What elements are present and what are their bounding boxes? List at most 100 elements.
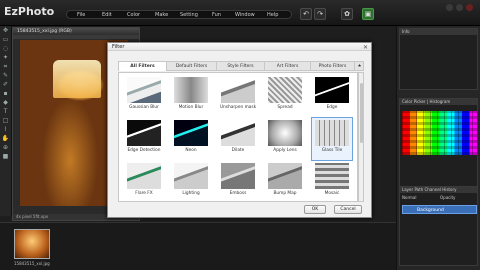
text-tool-icon[interactable]: T xyxy=(0,107,11,116)
undo-icon[interactable]: ↶ xyxy=(300,8,312,20)
hand-tool-icon[interactable]: ✋ xyxy=(0,134,11,143)
settings-icon[interactable]: ✿ xyxy=(341,8,353,20)
brush-tool-icon[interactable]: ✎ xyxy=(0,71,11,80)
select-tool-icon[interactable]: ▭ xyxy=(0,35,11,44)
filter-item-bump-map[interactable]: Bump Map xyxy=(265,161,305,201)
filter-item-mosaic[interactable]: Mosaic xyxy=(312,161,352,201)
filter-preview xyxy=(127,163,161,189)
filter-tabs: All Filters Default Filters Style Filter… xyxy=(118,61,364,71)
color-panel: Color Picker | Histogram xyxy=(399,98,478,188)
eraser-tool-icon[interactable]: ▪ xyxy=(0,89,11,98)
filter-item-neon[interactable]: Neon xyxy=(171,118,211,160)
tab-all-filters[interactable]: All Filters xyxy=(119,62,167,71)
menu-file[interactable]: File xyxy=(77,12,85,18)
tab-art-filters[interactable]: Art Filters xyxy=(265,62,311,71)
fill-tool-icon[interactable]: ◆ xyxy=(0,98,11,107)
filter-item-edge-detection[interactable]: Edge Detection xyxy=(124,118,164,160)
menu-setting[interactable]: Setting xyxy=(180,12,198,18)
dialog-title: Filter xyxy=(108,43,371,51)
filter-item-glass-tile[interactable]: Glass Tile xyxy=(311,117,353,161)
filter-label: Glass Tile xyxy=(321,148,343,153)
thumbnail-caption: 15843515_xxl.jpg xyxy=(14,261,50,266)
filter-item-unsharpen-mask[interactable]: Unsharpen mask xyxy=(218,75,258,117)
filter-label: Flare FX xyxy=(135,191,153,196)
filter-item-lighting[interactable]: Lighting xyxy=(171,161,211,201)
filter-label: Dilate xyxy=(231,148,245,153)
filter-preview xyxy=(127,77,161,103)
layers-tabs[interactable]: Layer Path Channel History xyxy=(400,187,477,193)
filter-preview xyxy=(174,163,208,189)
minimize-icon[interactable] xyxy=(446,4,453,11)
filter-item-flare-fx[interactable]: Flare FX xyxy=(124,161,164,201)
menu-edit[interactable]: Edit xyxy=(102,12,112,18)
filter-dialog: Filter ✕ All Filters Default Filters Sty… xyxy=(107,42,372,218)
filter-label: Neon xyxy=(185,148,197,153)
filter-label: Unsharpen mask xyxy=(219,105,257,110)
color-swatches[interactable] xyxy=(402,111,477,155)
filter-label: Gaussian Blur xyxy=(129,105,159,110)
filter-preview xyxy=(268,163,302,189)
menu-bar: File Edit Color Make Setting Fun Window … xyxy=(66,10,292,19)
filter-label: Mosaic xyxy=(324,191,340,196)
filter-item-apply-lens[interactable]: Apply Lens xyxy=(265,118,305,160)
filter-preview xyxy=(315,163,349,189)
filter-preview xyxy=(221,77,255,103)
close-window-icon[interactable] xyxy=(466,4,473,11)
crop-tool-icon[interactable]: ⌗ xyxy=(0,62,11,71)
filter-grid: Gaussian Blur Motion Blur Unsharpen mask Sp… xyxy=(118,72,358,202)
wand-tool-icon[interactable]: ✦ xyxy=(0,53,11,62)
filter-item-edge[interactable]: Edge xyxy=(312,75,352,117)
filter-label: Edge xyxy=(326,105,338,110)
title-bar: EzPhoto File Edit Color Make Setting Fun… xyxy=(0,0,480,26)
color-swatch-icon[interactable]: ■ xyxy=(0,152,11,161)
filter-item-motion-blur[interactable]: Motion Blur xyxy=(171,75,211,117)
filter-preview xyxy=(221,120,255,146)
lasso-tool-icon[interactable]: ◌ xyxy=(0,44,11,53)
menu-help[interactable]: Help xyxy=(267,12,278,18)
info-title: Info xyxy=(400,29,477,35)
menu-fun[interactable]: Fun xyxy=(212,12,221,18)
redo-icon[interactable]: ↷ xyxy=(314,8,326,20)
maximize-icon[interactable] xyxy=(456,4,463,11)
filter-label: Lighting xyxy=(182,191,200,196)
move-tool-icon[interactable]: ✥ xyxy=(0,26,11,35)
filter-scrollbar[interactable] xyxy=(358,72,364,202)
tab-style-filters[interactable]: Style Filters xyxy=(217,62,265,71)
thumbnail-bar: 15843515_xxl.jpg xyxy=(0,222,396,270)
filter-label: Emboss xyxy=(229,191,247,196)
blend-mode-select[interactable]: Normal xyxy=(402,195,416,200)
filter-item-emboss[interactable]: Emboss xyxy=(218,161,258,201)
filter-preview xyxy=(315,120,349,146)
tab-default-filters[interactable]: Default Filters xyxy=(167,62,217,71)
tab-photo-filters[interactable]: Photo Filters xyxy=(311,62,355,71)
menu-color[interactable]: Color xyxy=(127,12,140,18)
filter-preview xyxy=(221,163,255,189)
info-panel: Info xyxy=(399,28,478,90)
ok-button[interactable]: OK xyxy=(304,205,326,214)
filter-item-gaussian-blur[interactable]: Gaussian Blur xyxy=(124,75,164,117)
filter-item-dilate[interactable]: Dilate xyxy=(218,118,258,160)
layers-panel: Layer Path Channel History Normal Opacit… xyxy=(399,186,478,266)
favorite-star-icon[interactable]: ★ xyxy=(355,62,364,71)
filter-preview xyxy=(174,77,208,103)
zoom-tool-icon[interactable]: ⊕ xyxy=(0,143,11,152)
filter-label: Motion Blur xyxy=(178,105,204,110)
color-panel-title: Color Picker | Histogram xyxy=(400,99,477,105)
tool-palette: ✥ ▭ ◌ ✦ ⌗ ✎ ✐ ▪ ◆ T □ ⌇ ✋ ⊕ ■ xyxy=(0,26,12,216)
close-icon[interactable]: ✕ xyxy=(363,44,368,51)
filter-item-spread[interactable]: Spread xyxy=(265,75,305,117)
document-thumbnail[interactable] xyxy=(14,229,50,259)
pencil-tool-icon[interactable]: ✐ xyxy=(0,80,11,89)
green-toggle-icon[interactable]: ▣ xyxy=(362,8,374,20)
filter-preview xyxy=(127,120,161,146)
eyedropper-tool-icon[interactable]: ⌇ xyxy=(0,125,11,134)
filter-preview xyxy=(174,120,208,146)
ruler xyxy=(13,35,139,39)
filter-label: Edge Detection xyxy=(127,148,161,153)
layer-background[interactable]: Background xyxy=(402,205,477,214)
menu-make[interactable]: Make xyxy=(155,12,168,18)
shape-tool-icon[interactable]: □ xyxy=(0,116,11,125)
menu-window[interactable]: Window xyxy=(235,12,255,18)
cancel-button[interactable]: Cancel xyxy=(334,205,362,214)
document-title: 15843515_xxl.jpg (RGB) xyxy=(13,28,139,35)
